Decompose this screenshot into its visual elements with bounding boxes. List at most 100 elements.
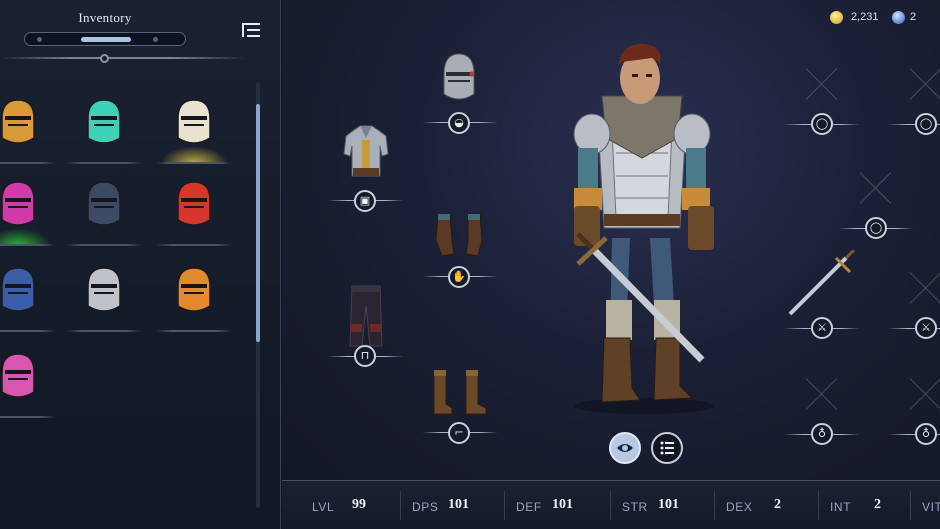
inventory-item-red-helmet[interactable] — [156, 170, 232, 246]
potion-icon: ♁ — [915, 423, 937, 445]
stat-label: DEX — [726, 500, 753, 514]
chest-icon: ▣ — [354, 190, 376, 212]
helmet-icon — [177, 267, 211, 312]
inventory-item-orange-helmet[interactable] — [156, 256, 232, 332]
potion-slot-2[interactable]: ♁ — [888, 368, 940, 454]
helmet-icon — [177, 181, 211, 226]
stat-value: 99 — [352, 497, 366, 512]
stat-label: VIT — [922, 500, 940, 514]
stat-label: INT — [830, 500, 852, 514]
boot-icon: ⌐ — [448, 422, 470, 444]
ring-slot-2[interactable]: ◯ — [888, 58, 940, 144]
inventory-item-gold-helmet[interactable] — [0, 88, 56, 164]
helmet-icon — [1, 267, 35, 312]
stat-int: INT 2 — [830, 497, 881, 514]
helmet-icon — [1, 181, 35, 226]
hero-character — [573, 43, 714, 414]
inventory-item-blue-gold-helmet[interactable] — [0, 256, 56, 332]
ring-icon: ◯ — [915, 113, 937, 135]
empty-slot-icon — [805, 376, 839, 410]
stat-divider — [400, 491, 401, 520]
ring-icon: ◯ — [811, 113, 833, 135]
inventory-item-magenta-helmet[interactable] — [0, 170, 56, 246]
helmet-icon — [1, 99, 35, 144]
helmet-slot[interactable]: ◒ — [422, 46, 498, 136]
stat-label: DEF — [516, 500, 542, 514]
boots-item — [433, 369, 487, 415]
stat-value: 2 — [874, 497, 881, 512]
stat-dex: DEX 2 — [726, 497, 781, 514]
weapon-slot-2[interactable]: ⚔ — [888, 262, 940, 348]
stats-bar: LVL 99 DPS 101 DEF 101 STR 101 DEX 2 INT 2 VIT — [282, 480, 940, 529]
stat-value: 101 — [448, 497, 469, 512]
scrollbar-thumb[interactable] — [256, 104, 260, 342]
helmet-icon — [87, 99, 121, 144]
pants-item — [349, 285, 383, 347]
list-view-button[interactable] — [651, 432, 683, 464]
stat-divider — [714, 491, 715, 520]
empty-slot-icon — [909, 66, 940, 100]
stat-label: DPS — [412, 500, 439, 514]
stat-value: 101 — [552, 497, 573, 512]
inventory-item-ivory-helmet[interactable] — [156, 88, 232, 164]
character-screen: 2,231 2 ▣ ⊓ ◒ ✋ ⌐ ◯ ◯ ◯ ⚔ ⚔ ♁ ♁ — [282, 0, 940, 480]
empty-slot-icon — [859, 170, 893, 204]
stat-str: STR 101 — [622, 497, 679, 514]
pants-icon: ⊓ — [354, 345, 376, 367]
legs-slot[interactable]: ⊓ — [328, 280, 404, 368]
gold-amount: 2,231 — [851, 11, 879, 23]
glove-icon: ✋ — [448, 266, 470, 288]
sword-item — [788, 250, 856, 316]
amulet-slot[interactable]: ◯ — [838, 162, 914, 248]
chest-armor-item — [343, 125, 389, 177]
tab-active-indicator[interactable] — [81, 37, 131, 42]
tab-dot[interactable] — [153, 37, 158, 42]
ring-icon: ◯ — [865, 217, 887, 239]
eye-icon — [617, 444, 633, 452]
inventory-scrollbar[interactable] — [256, 82, 260, 508]
helmet-icon — [1, 353, 35, 398]
helmet-item — [443, 53, 475, 100]
gem-icon — [892, 11, 905, 24]
boots-slot[interactable]: ⌐ — [422, 362, 498, 448]
ring-slot-1[interactable]: ◯ — [784, 58, 860, 144]
potion-slot-1[interactable]: ♁ — [784, 368, 860, 454]
view-toggle-button[interactable] — [609, 432, 641, 464]
potion-icon: ♁ — [811, 423, 833, 445]
stat-value: 101 — [658, 497, 679, 512]
stat-label: LVL — [312, 500, 335, 514]
sort-icon[interactable] — [240, 20, 262, 40]
tab-dot[interactable] — [37, 37, 42, 42]
stat-vit: VIT — [922, 498, 940, 514]
inventory-item-pink-helmet[interactable] — [0, 342, 56, 418]
inventory-divider — [0, 54, 246, 63]
stat-label: STR — [622, 500, 648, 514]
stat-lvl: LVL 99 — [312, 497, 366, 514]
stat-def: DEF 101 — [516, 497, 573, 514]
weapon-slot-1[interactable]: ⚔ — [784, 250, 860, 348]
empty-slot-icon — [805, 66, 839, 100]
stat-value: 2 — [774, 497, 781, 512]
currency-display: 2,231 2 — [830, 9, 940, 27]
gloves-slot[interactable]: ✋ — [422, 204, 498, 290]
inventory-item-teal-helmet[interactable] — [66, 88, 142, 164]
helmet-icon: ◒ — [448, 112, 470, 134]
gem-amount: 2 — [910, 11, 917, 23]
stat-divider — [910, 491, 911, 520]
stat-divider — [610, 491, 611, 520]
gold-coin-icon — [830, 11, 843, 24]
sword-icon: ⚔ — [915, 317, 937, 339]
empty-slot-icon — [909, 376, 940, 410]
helmet-icon — [87, 181, 121, 226]
helmet-icon — [177, 99, 211, 144]
stat-divider — [504, 491, 505, 520]
inventory-item-silver-helmet[interactable] — [66, 256, 142, 332]
helmet-icon — [87, 267, 121, 312]
gloves-item — [435, 213, 483, 257]
stat-divider — [818, 491, 819, 520]
inventory-panel: Inventory — [0, 0, 281, 529]
inventory-tab-selector[interactable] — [24, 32, 186, 46]
inventory-item-dark-steel-helmet[interactable] — [66, 170, 142, 246]
chest-armor-slot[interactable]: ▣ — [328, 120, 404, 212]
list-icon — [660, 441, 674, 455]
